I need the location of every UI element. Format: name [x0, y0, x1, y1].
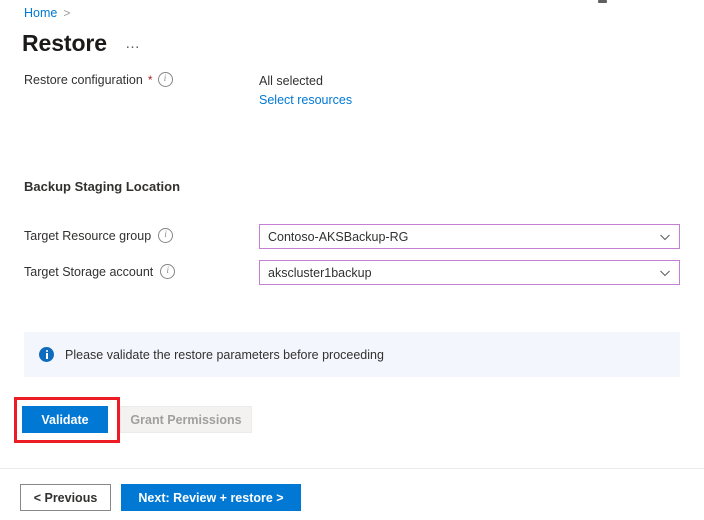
- target-resource-group-label-text: Target Resource group: [24, 229, 151, 243]
- wizard-footer: < Previous Next: Review + restore >: [0, 484, 704, 512]
- info-icon[interactable]: [158, 72, 173, 87]
- info-icon: [39, 347, 54, 362]
- breadcrumb-item-home[interactable]: Home: [24, 5, 57, 21]
- breadcrumb: Home >: [24, 5, 70, 21]
- target-storage-account-label-text: Target Storage account: [24, 265, 153, 279]
- target-resource-group-dropdown[interactable]: Contoso-AKSBackup-RG: [259, 224, 680, 249]
- previous-button[interactable]: < Previous: [20, 484, 111, 511]
- info-icon[interactable]: [158, 228, 173, 243]
- target-storage-account-label: Target Storage account: [24, 264, 175, 279]
- form-row-target-resource-group: Target Resource group Contoso-AKSBackup-…: [0, 224, 704, 250]
- validation-info-message: Please validate the restore parameters b…: [65, 348, 384, 362]
- target-resource-group-label: Target Resource group: [24, 228, 173, 243]
- page-title: Restore: [22, 29, 107, 57]
- restore-configuration-row: Restore configuration * All selected Sel…: [0, 72, 704, 116]
- action-button-row: Validate Grant Permissions: [0, 406, 704, 434]
- page-title-row: Restore …: [22, 29, 141, 57]
- required-indicator: *: [148, 73, 153, 87]
- restore-configuration-value: All selected: [259, 72, 323, 90]
- chevron-down-icon: [659, 267, 671, 279]
- form-row-target-storage-account: Target Storage account akscluster1backup: [0, 260, 704, 286]
- target-storage-account-dropdown[interactable]: akscluster1backup: [259, 260, 680, 285]
- validation-info-banner: Please validate the restore parameters b…: [24, 332, 680, 377]
- more-options-icon[interactable]: …: [125, 33, 141, 57]
- validate-button[interactable]: Validate: [22, 406, 108, 433]
- section-heading-backup-staging-location: Backup Staging Location: [24, 179, 180, 194]
- select-resources-link[interactable]: Select resources: [259, 91, 352, 109]
- next-review-restore-button[interactable]: Next: Review + restore >: [121, 484, 301, 511]
- footer-divider: [0, 468, 704, 469]
- chevron-down-icon: [659, 231, 671, 243]
- target-storage-account-value: akscluster1backup: [268, 266, 659, 280]
- breadcrumb-separator-icon: >: [63, 5, 70, 21]
- clipped-top-artifact: [598, 0, 607, 3]
- restore-configuration-label-text: Restore configuration: [24, 73, 143, 87]
- info-icon[interactable]: [160, 264, 175, 279]
- restore-configuration-label: Restore configuration *: [24, 72, 173, 87]
- target-resource-group-value: Contoso-AKSBackup-RG: [268, 230, 659, 244]
- grant-permissions-button: Grant Permissions: [120, 406, 252, 433]
